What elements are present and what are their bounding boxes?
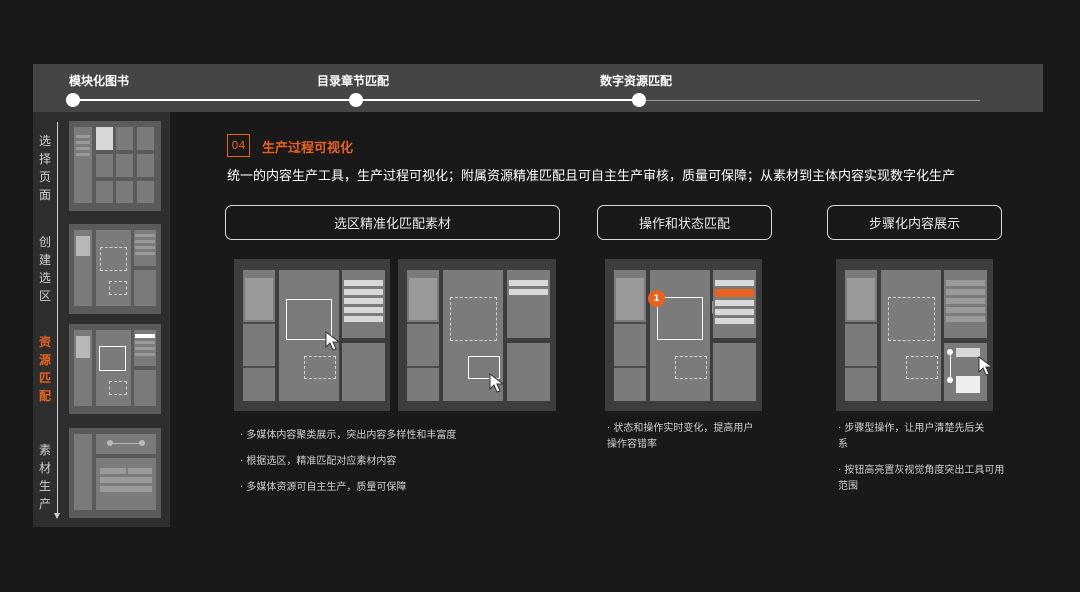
progress-stepper: 模块化图书 目录章节匹配 数字资源匹配 xyxy=(33,64,1043,112)
note-text: · 多媒体内容聚类展示，突出内容多样性和丰富度 xyxy=(240,430,457,441)
workflow-sidebar: 选择页面 创建选区 资源匹配 素材生产 xyxy=(33,112,170,527)
note-text: · 步骤型操作，让用户清楚先后关系 xyxy=(838,423,985,450)
step-dot-3[interactable] xyxy=(632,93,646,107)
mockup-selection-small xyxy=(398,259,556,411)
feature-title-selection-match: 选区精准化匹配素材 xyxy=(225,205,560,240)
feature-title-step-display: 步骤化内容展示 xyxy=(827,205,1002,240)
progress-track-remaining xyxy=(639,100,980,101)
step-dot-2[interactable] xyxy=(349,93,363,107)
note-text: · 状态和操作实时变化，提高用户操作容错率 xyxy=(607,423,754,450)
sidebar-step-resource-match[interactable]: 资源匹配 xyxy=(38,333,52,405)
step-label-2: 目录章节匹配 xyxy=(317,74,390,88)
thumbnail-select-page[interactable] xyxy=(69,121,161,211)
sidebar-step-create-selection[interactable]: 创建选区 xyxy=(38,233,52,305)
note-text: · 多媒体资源可自主生产，质量可保障 xyxy=(240,482,407,493)
thumbnail-resource-match[interactable] xyxy=(69,324,161,414)
thumbnail-material-production[interactable] xyxy=(69,428,161,518)
sidebar-step-select-page[interactable]: 选择页面 xyxy=(38,132,52,204)
mockup-state-match: 1 xyxy=(605,259,762,411)
note-text: · 按钮高亮置灰视觉角度突出工具可用范围 xyxy=(838,465,1005,492)
mockup-selection-large xyxy=(234,259,390,411)
sidebar-step-material-production[interactable]: 素材生产 xyxy=(38,441,52,513)
section-number-badge: 04 xyxy=(227,134,250,157)
step-dot-1[interactable] xyxy=(66,93,80,107)
mockup-step-display xyxy=(836,259,994,411)
step-label-3: 数字资源匹配 xyxy=(600,74,673,88)
flow-line xyxy=(57,122,58,518)
section-description: 统一的内容生产工具，生产过程可视化；附属资源精准匹配且可自主生产审核，质量可保障… xyxy=(227,169,956,184)
section-title: 生产过程可视化 xyxy=(262,141,354,156)
cursor-icon xyxy=(325,331,341,351)
cursor-icon xyxy=(978,356,994,376)
note-text: · 根据选区，精准匹配对应素材内容 xyxy=(240,456,397,467)
cursor-icon xyxy=(489,373,505,393)
feature-title-state-match: 操作和状态匹配 xyxy=(597,205,772,240)
step-label-1: 模块化图书 xyxy=(69,74,130,88)
flow-arrow-icon xyxy=(54,513,60,519)
step-number-badge: 1 xyxy=(648,290,665,307)
thumbnail-create-selection[interactable] xyxy=(69,224,161,314)
